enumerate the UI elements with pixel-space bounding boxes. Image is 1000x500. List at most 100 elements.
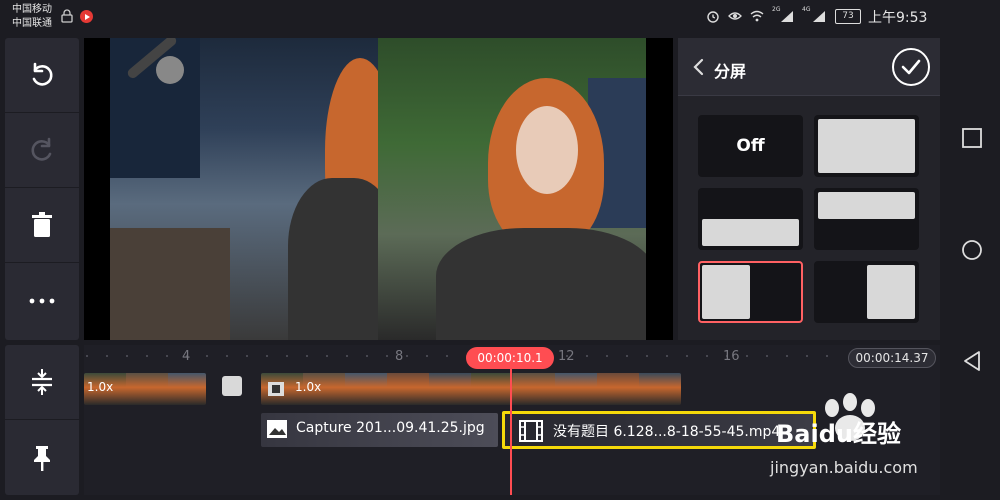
undo-icon xyxy=(32,62,53,86)
pin-button[interactable] xyxy=(5,420,79,495)
signal-1-icon xyxy=(781,11,793,22)
home-button[interactable] xyxy=(961,239,983,261)
wifi-icon xyxy=(750,10,764,22)
ruler-tick xyxy=(226,355,228,357)
ruler-tick xyxy=(86,355,88,357)
ruler-tick xyxy=(246,355,248,357)
transition-button[interactable] xyxy=(222,376,242,396)
ruler-tick xyxy=(406,355,408,357)
ruler-tick xyxy=(386,355,388,357)
split-option-full[interactable] xyxy=(814,115,919,177)
film-icon xyxy=(519,420,543,442)
preview-frame-right xyxy=(378,38,646,340)
carrier-2: 中国联通 xyxy=(12,18,52,29)
main-clip-1[interactable]: 1.0x xyxy=(84,373,206,405)
back-button[interactable] xyxy=(688,56,710,78)
clip-1-speed-label: 1.0x xyxy=(87,380,114,394)
ruler-tick xyxy=(306,355,308,357)
edit-tool-column xyxy=(5,38,79,340)
battery-indicator: 73 xyxy=(835,9,861,24)
ruler-tick xyxy=(106,355,108,357)
ruler-tick xyxy=(366,355,368,357)
track-height-button[interactable] xyxy=(5,345,79,420)
clip-thumbnail xyxy=(168,373,206,405)
image-layer[interactable]: Capture 201...09.41.25.jpg xyxy=(261,413,498,447)
carrier-1: 中国移动 xyxy=(12,4,52,15)
panel-title: 分屏 xyxy=(714,62,747,81)
watermark-url: jingyan.baidu.com xyxy=(770,458,918,477)
ruler-tick xyxy=(706,355,708,357)
film-icon xyxy=(268,382,284,396)
clip-thumbnail xyxy=(126,373,168,405)
ruler-tick xyxy=(346,355,348,357)
split-screen-panel: 分屏 Off xyxy=(678,38,940,340)
total-duration: 00:00:14.37 xyxy=(848,348,936,368)
panel-header: 分屏 xyxy=(678,38,940,96)
split-option-top[interactable] xyxy=(814,188,919,250)
clip-thumbnail xyxy=(513,373,555,405)
undo-button[interactable] xyxy=(5,38,79,113)
ruler-tick xyxy=(646,355,648,357)
ruler-tick xyxy=(686,355,688,357)
split-option-bottom[interactable] xyxy=(698,188,803,250)
video-preview[interactable] xyxy=(84,38,673,340)
ruler-label: 12 xyxy=(558,349,575,364)
image-icon xyxy=(267,420,287,438)
ruler-tick xyxy=(326,355,328,357)
ruler-tick xyxy=(746,355,748,357)
ruler-tick xyxy=(126,355,128,357)
split-option-right[interactable] xyxy=(814,261,919,323)
ruler-label: 4 xyxy=(182,349,191,364)
expand-tracks-icon xyxy=(32,369,52,395)
split-option-left[interactable] xyxy=(698,261,803,323)
alarm-icon xyxy=(707,11,719,23)
split-option-off[interactable]: Off xyxy=(698,115,803,177)
signal-2-icon xyxy=(813,11,825,22)
ruler-tick xyxy=(206,355,208,357)
ruler-tick xyxy=(586,355,588,357)
timeline-tool-column xyxy=(5,345,79,495)
clip-thumbnail xyxy=(387,373,429,405)
ruler-label: 8 xyxy=(395,349,404,364)
confirm-button[interactable] xyxy=(892,48,930,86)
delete-button[interactable] xyxy=(5,188,79,263)
ruler-tick xyxy=(786,355,788,357)
trash-icon xyxy=(32,212,52,237)
redo-icon xyxy=(31,137,52,161)
status-clock: 上午9:53 xyxy=(868,10,928,26)
signal-4g-label: 4G xyxy=(802,6,811,13)
ruler-tick xyxy=(626,355,628,357)
more-button[interactable] xyxy=(5,263,79,338)
clip-thumbnail xyxy=(429,373,471,405)
ruler-tick xyxy=(766,355,768,357)
video-layer[interactable]: 没有题目 6.128...8-18-55-45.mp4 xyxy=(502,411,816,449)
clip-thumbnail xyxy=(597,373,639,405)
ruler-label: 16 xyxy=(723,349,740,364)
clip-thumbnail xyxy=(345,373,387,405)
ruler-tick xyxy=(426,355,428,357)
ruler-tick xyxy=(446,355,448,357)
ruler-tick xyxy=(666,355,668,357)
ruler-tick xyxy=(266,355,268,357)
eye-icon xyxy=(728,12,742,20)
ruler-tick xyxy=(806,355,808,357)
ruler-tick xyxy=(146,355,148,357)
clip-2-speed-label: 1.0x xyxy=(295,380,322,394)
back-nav-button[interactable] xyxy=(961,350,983,372)
ruler-tick xyxy=(286,355,288,357)
clip-thumbnail xyxy=(555,373,597,405)
lock-icon xyxy=(61,9,73,23)
redo-button[interactable] xyxy=(5,113,79,188)
clip-thumbnail xyxy=(639,373,681,405)
more-dots-icon xyxy=(29,298,55,303)
main-clip-2[interactable]: 1.0x xyxy=(261,373,681,405)
system-nav-bar xyxy=(944,34,1000,500)
preview-frame-left xyxy=(110,38,378,340)
video-layer-name: 没有题目 6.128...8-18-55-45.mp4 xyxy=(553,424,781,440)
pin-icon xyxy=(34,445,50,471)
recent-apps-button[interactable] xyxy=(961,127,983,149)
ruler-tick xyxy=(826,355,828,357)
ruler-tick xyxy=(166,355,168,357)
youtube-icon xyxy=(80,10,93,23)
playhead[interactable] xyxy=(510,367,512,495)
